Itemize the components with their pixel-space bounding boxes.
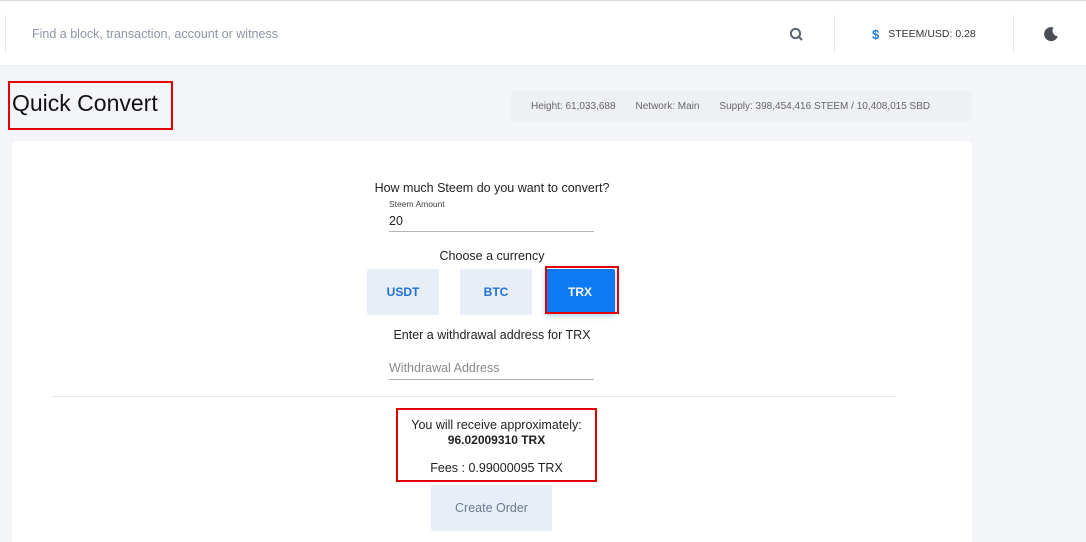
divider	[52, 396, 896, 397]
receive-label: You will receive approximately:	[411, 418, 582, 432]
fees-label: Fees : 0.99000095 TRX	[430, 461, 563, 475]
steem-price: $ STEEM/USD: 0.28	[872, 25, 976, 43]
steem-amount-input[interactable]	[389, 210, 594, 232]
currency-trx-button[interactable]: TRX	[545, 269, 615, 314]
convert-card: How much Steem do you want to convert? S…	[12, 141, 972, 542]
moon-icon[interactable]	[1043, 26, 1059, 42]
currency-btc-button[interactable]: BTC	[460, 269, 532, 315]
search-icon[interactable]	[789, 27, 803, 41]
address-label: Enter a withdrawal address for TRX	[393, 328, 591, 342]
network: Network: Main	[635, 100, 700, 112]
withdrawal-address-input[interactable]	[389, 356, 594, 380]
top-bar: $ STEEM/USD: 0.28	[0, 0, 1086, 66]
amount-label: Steem Amount	[389, 199, 445, 209]
search-bar	[5, 15, 835, 53]
supply: Supply: 398,454,416 STEEM / 10,408,015 S…	[719, 100, 931, 112]
currency-usdt-button[interactable]: USDT	[367, 269, 439, 315]
chain-stats: Height: 61,033,688 Network: Main Supply:…	[511, 91, 972, 121]
theme-divider	[1013, 15, 1014, 53]
block-height: Height: 61,033,688	[531, 100, 616, 112]
receive-summary: You will receive approximately: 96.02009…	[396, 408, 597, 482]
title-highlight-box	[8, 81, 173, 130]
dollar-icon: $	[872, 26, 880, 42]
receive-amount: 96.02009310 TRX	[447, 433, 546, 447]
create-order-button[interactable]: Create Order	[431, 485, 552, 531]
choose-currency-label: Choose a currency	[439, 249, 545, 263]
search-input[interactable]	[32, 24, 772, 44]
steem-price-label: STEEM/USD: 0.28	[888, 28, 976, 40]
convert-question: How much Steem do you want to convert?	[374, 181, 610, 195]
